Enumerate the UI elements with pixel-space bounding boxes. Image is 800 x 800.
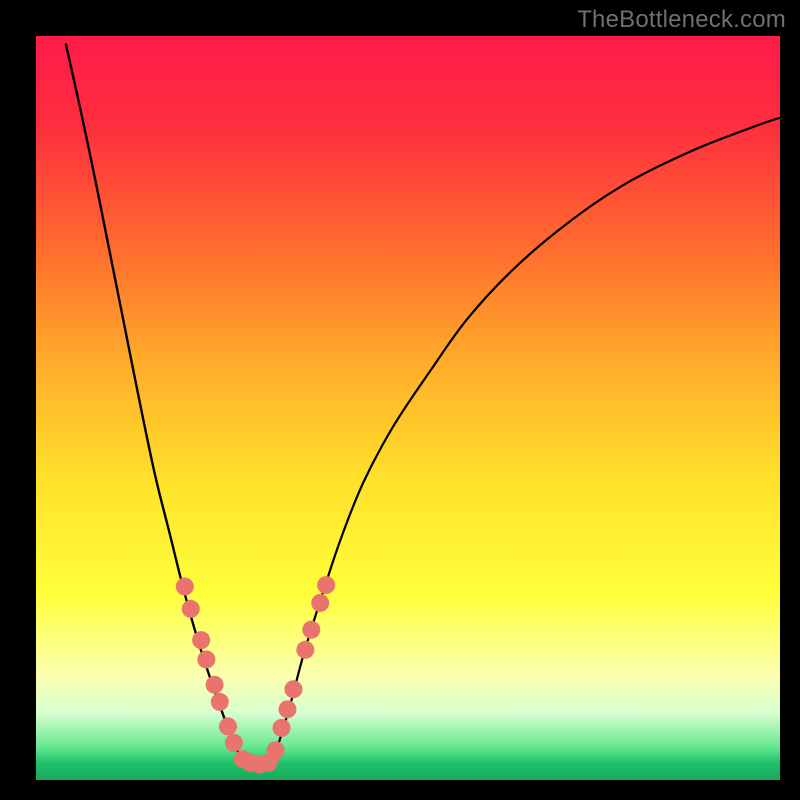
- chart-stage: TheBottleneck.com: [0, 0, 800, 800]
- data-marker: [219, 717, 237, 735]
- data-marker: [267, 741, 285, 759]
- data-marker: [296, 641, 314, 659]
- data-marker: [273, 719, 291, 737]
- data-marker: [206, 676, 224, 694]
- data-marker: [278, 700, 296, 718]
- bottleneck-chart: [0, 0, 800, 800]
- data-marker: [311, 594, 329, 612]
- data-marker: [302, 621, 320, 639]
- data-marker: [211, 693, 229, 711]
- watermark-label: TheBottleneck.com: [577, 6, 786, 34]
- data-marker: [182, 600, 200, 618]
- data-marker: [284, 680, 302, 698]
- plot-background: [36, 36, 780, 780]
- data-marker: [197, 650, 215, 668]
- data-marker: [317, 576, 335, 594]
- data-marker: [176, 578, 194, 596]
- data-marker: [192, 631, 210, 649]
- data-marker: [225, 734, 243, 752]
